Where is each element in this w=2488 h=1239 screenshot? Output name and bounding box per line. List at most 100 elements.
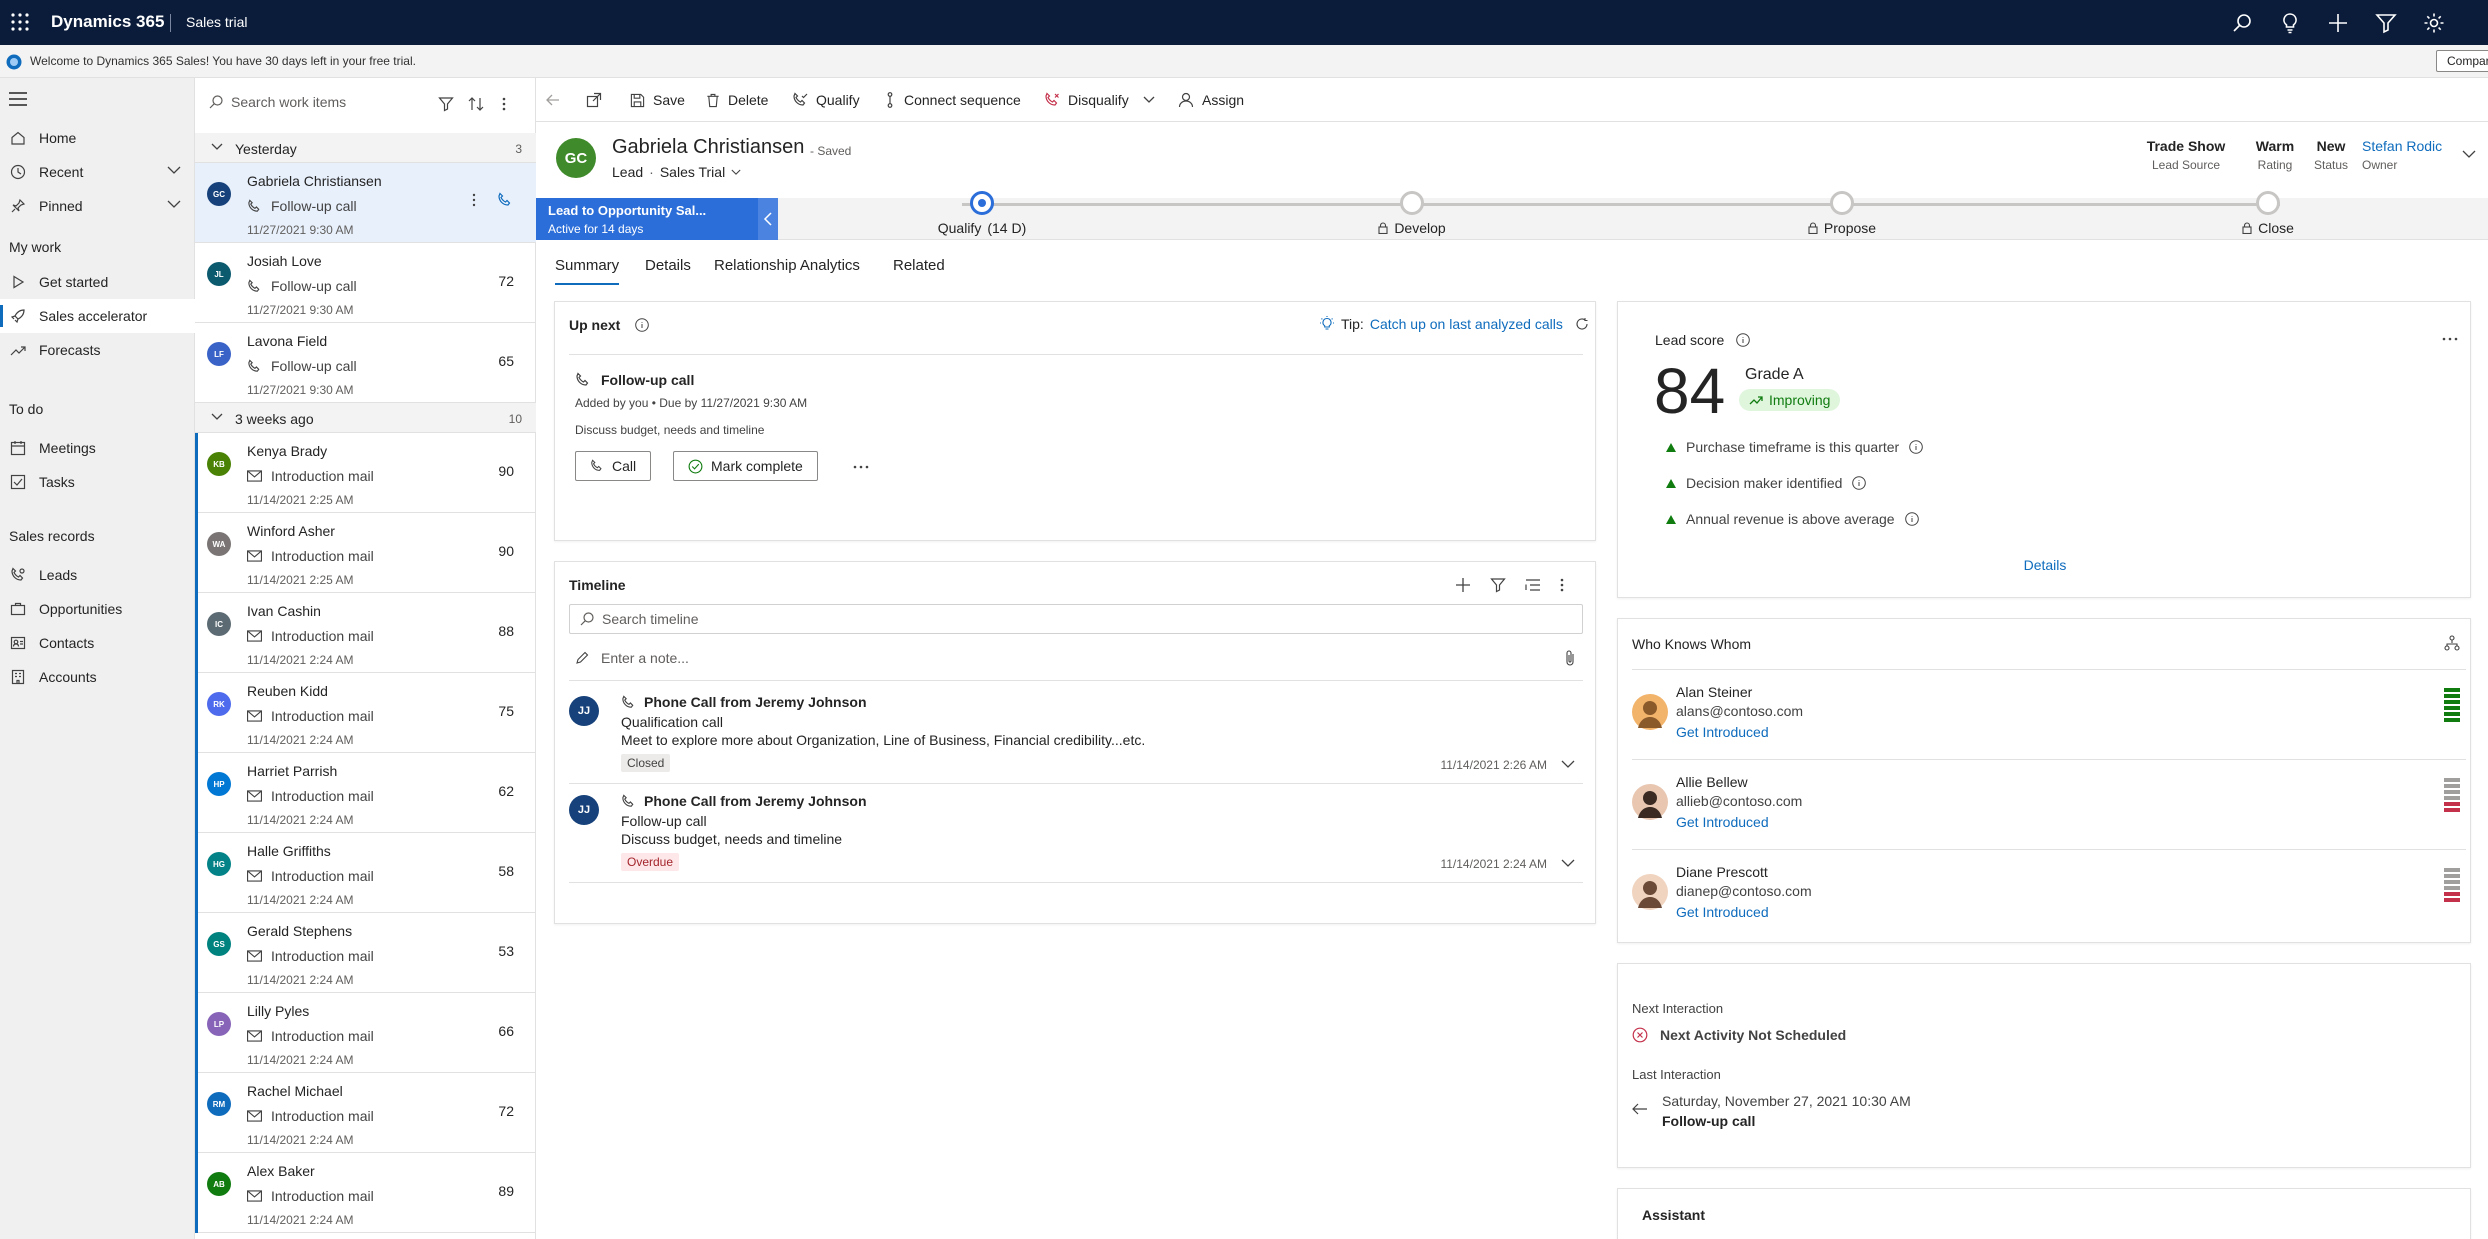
tab-relationship-analytics[interactable]: Relationship Analytics [714,257,860,274]
work-items-search[interactable]: Search work items [209,94,346,110]
sitemap-item-tasks[interactable]: Tasks [0,465,195,499]
work-list-group[interactable]: Yesterday 3 [195,133,536,163]
sitemap-item-contacts[interactable]: Contacts [0,626,195,660]
work-list-item[interactable]: HP Harriet Parrish Introduction mail 11/14/… [195,753,536,833]
stage-close[interactable]: Close [2208,191,2328,236]
more-options-icon[interactable] [2442,337,2458,341]
sitemap-item-get-started[interactable]: Get started [0,265,195,299]
get-introduced-link[interactable]: Get Introduced [1676,724,1769,740]
gear-icon[interactable] [2422,11,2446,35]
header-field-owner[interactable]: Stefan Rodic Owner [2362,138,2462,172]
chevron-down-icon[interactable] [1143,96,1155,104]
owner-link[interactable]: Stefan Rodic [2362,138,2462,154]
process-flag[interactable]: Lead to Opportunity Sal... Active for 14… [536,198,758,240]
mark-complete-button[interactable]: Mark complete [673,451,818,481]
tab-related[interactable]: Related [893,257,945,274]
sitemap-item-recent[interactable]: Recent [0,155,195,189]
sitemap-item-leads[interactable]: Leads [0,558,195,592]
org-chart-icon[interactable] [2444,635,2460,651]
chevron-down-icon[interactable] [2462,150,2476,159]
work-list-item[interactable]: JL Josiah Love Follow-up call 11/27/2021 9:… [195,243,536,323]
collapse-process-button[interactable] [758,198,778,240]
delete-button[interactable]: Delete [706,78,768,122]
back-icon[interactable] [546,78,560,122]
work-list-item[interactable]: AB Alex Baker Introduction mail 11/14/2021 … [195,1153,536,1233]
info-icon[interactable] [1736,333,1750,347]
more-options-icon[interactable] [502,96,506,112]
info-icon[interactable] [1904,512,1919,526]
assign-button[interactable]: Assign [1178,78,1244,122]
filter-icon[interactable] [438,96,454,112]
filter-icon[interactable] [1490,577,1506,593]
details-link[interactable]: Details [1618,557,2472,573]
search-icon[interactable] [2230,11,2254,35]
open-new-window-icon[interactable] [586,78,602,122]
info-icon[interactable] [1909,440,1924,454]
work-list-group[interactable]: 3 weeks ago 10 [195,403,536,433]
mail-icon [247,470,262,482]
refresh-icon[interactable] [1575,317,1589,331]
sitemap-group-to-do: To do [9,401,44,417]
app-name[interactable]: Sales trial [186,14,247,30]
work-list-item[interactable]: GC Gabriela Christiansen Follow-up call 11/… [195,163,536,243]
get-introduced-link[interactable]: Get Introduced [1676,904,1769,920]
info-icon[interactable] [1852,476,1867,490]
more-options-icon[interactable] [472,193,476,207]
compare-button[interactable]: Compare [2436,50,2488,72]
sitemap-item-sales-accelerator[interactable]: Sales accelerator [0,299,195,333]
work-list-item[interactable]: RK Reuben Kidd Introduction mail 11/14/2021… [195,673,536,753]
hamburger-icon[interactable] [9,92,27,106]
sort-icon[interactable] [468,96,484,112]
chevron-down-icon[interactable] [211,143,223,151]
chevron-down-icon[interactable] [167,200,181,209]
call-icon[interactable] [497,192,513,208]
sitemap-item-home[interactable]: Home [0,121,195,155]
sitemap-item-accounts[interactable]: Accounts [0,660,195,694]
add-icon[interactable] [1455,577,1471,593]
timeline-search-input[interactable]: Search timeline [569,604,1583,634]
tab-summary[interactable]: Summary [555,257,620,285]
sitemap-item-pinned[interactable]: Pinned [0,189,195,223]
plus-icon[interactable] [2326,11,2350,35]
list-view-icon[interactable] [1525,577,1541,593]
work-list-item[interactable]: KB Kenya Brady Introduction mail 11/14/2021… [195,433,536,513]
waffle-icon[interactable] [10,12,30,32]
stage-propose[interactable]: Propose [1782,191,1902,236]
brand-title[interactable]: Dynamics 365 [51,12,164,32]
note-input[interactable]: Enter a note... [575,650,689,666]
stage-develop[interactable]: Develop [1352,191,1472,236]
work-list-item[interactable]: IC Ivan Cashin Introduction mail 11/14/2021… [195,593,536,673]
timeline-item[interactable]: JJ Phone Call from Jeremy Johnson Qualific… [569,688,1583,784]
filter-icon[interactable] [2374,11,2398,35]
chevron-down-icon[interactable] [1561,859,1575,868]
tip-link[interactable]: Catch up on last analyzed calls [1370,316,1563,332]
qualify-button[interactable]: Qualify [792,78,860,122]
form-selector[interactable]: Sales Trial [660,164,725,180]
more-options-icon[interactable] [853,465,869,469]
chevron-down-icon[interactable] [731,169,741,176]
timeline-item[interactable]: JJ Phone Call from Jeremy Johnson Follow-u… [569,787,1583,883]
save-button[interactable]: Save [630,78,685,122]
chevron-down-icon[interactable] [211,413,223,421]
more-options-icon[interactable] [1560,577,1564,593]
sitemap-item-opportunities[interactable]: Opportunities [0,592,195,626]
work-list-item[interactable]: LF Lavona Field Follow-up call 11/27/2021 9… [195,323,536,403]
work-list-item[interactable]: GS Gerald Stephens Introduction mail 11/14/… [195,913,536,993]
work-list-item[interactable]: RM Rachel Michael Introduction mail 11/14/2… [195,1073,536,1153]
chevron-down-icon[interactable] [1561,760,1575,769]
get-introduced-link[interactable]: Get Introduced [1676,814,1769,830]
tab-details[interactable]: Details [645,257,691,274]
disqualify-button[interactable]: Disqualify [1044,78,1155,122]
work-list-item[interactable]: HG Halle Griffiths Introduction mail 11/14/… [195,833,536,913]
chevron-down-icon[interactable] [167,166,181,175]
info-icon[interactable] [635,318,649,332]
work-list-item[interactable]: WA Winford Asher Introduction mail 11/14/20… [195,513,536,593]
connect-sequence-button[interactable]: Connect sequence [884,78,1021,122]
attachment-icon[interactable] [1565,650,1575,666]
lightbulb-icon[interactable] [2278,11,2302,35]
sitemap-item-forecasts[interactable]: Forecasts [0,333,195,367]
stage-qualify[interactable]: Qualify (14 D) [922,191,1042,236]
sitemap-item-meetings[interactable]: Meetings [0,431,195,465]
call-button[interactable]: Call [575,451,652,481]
work-list-item[interactable]: LP Lilly Pyles Introduction mail 11/14/2021… [195,993,536,1073]
